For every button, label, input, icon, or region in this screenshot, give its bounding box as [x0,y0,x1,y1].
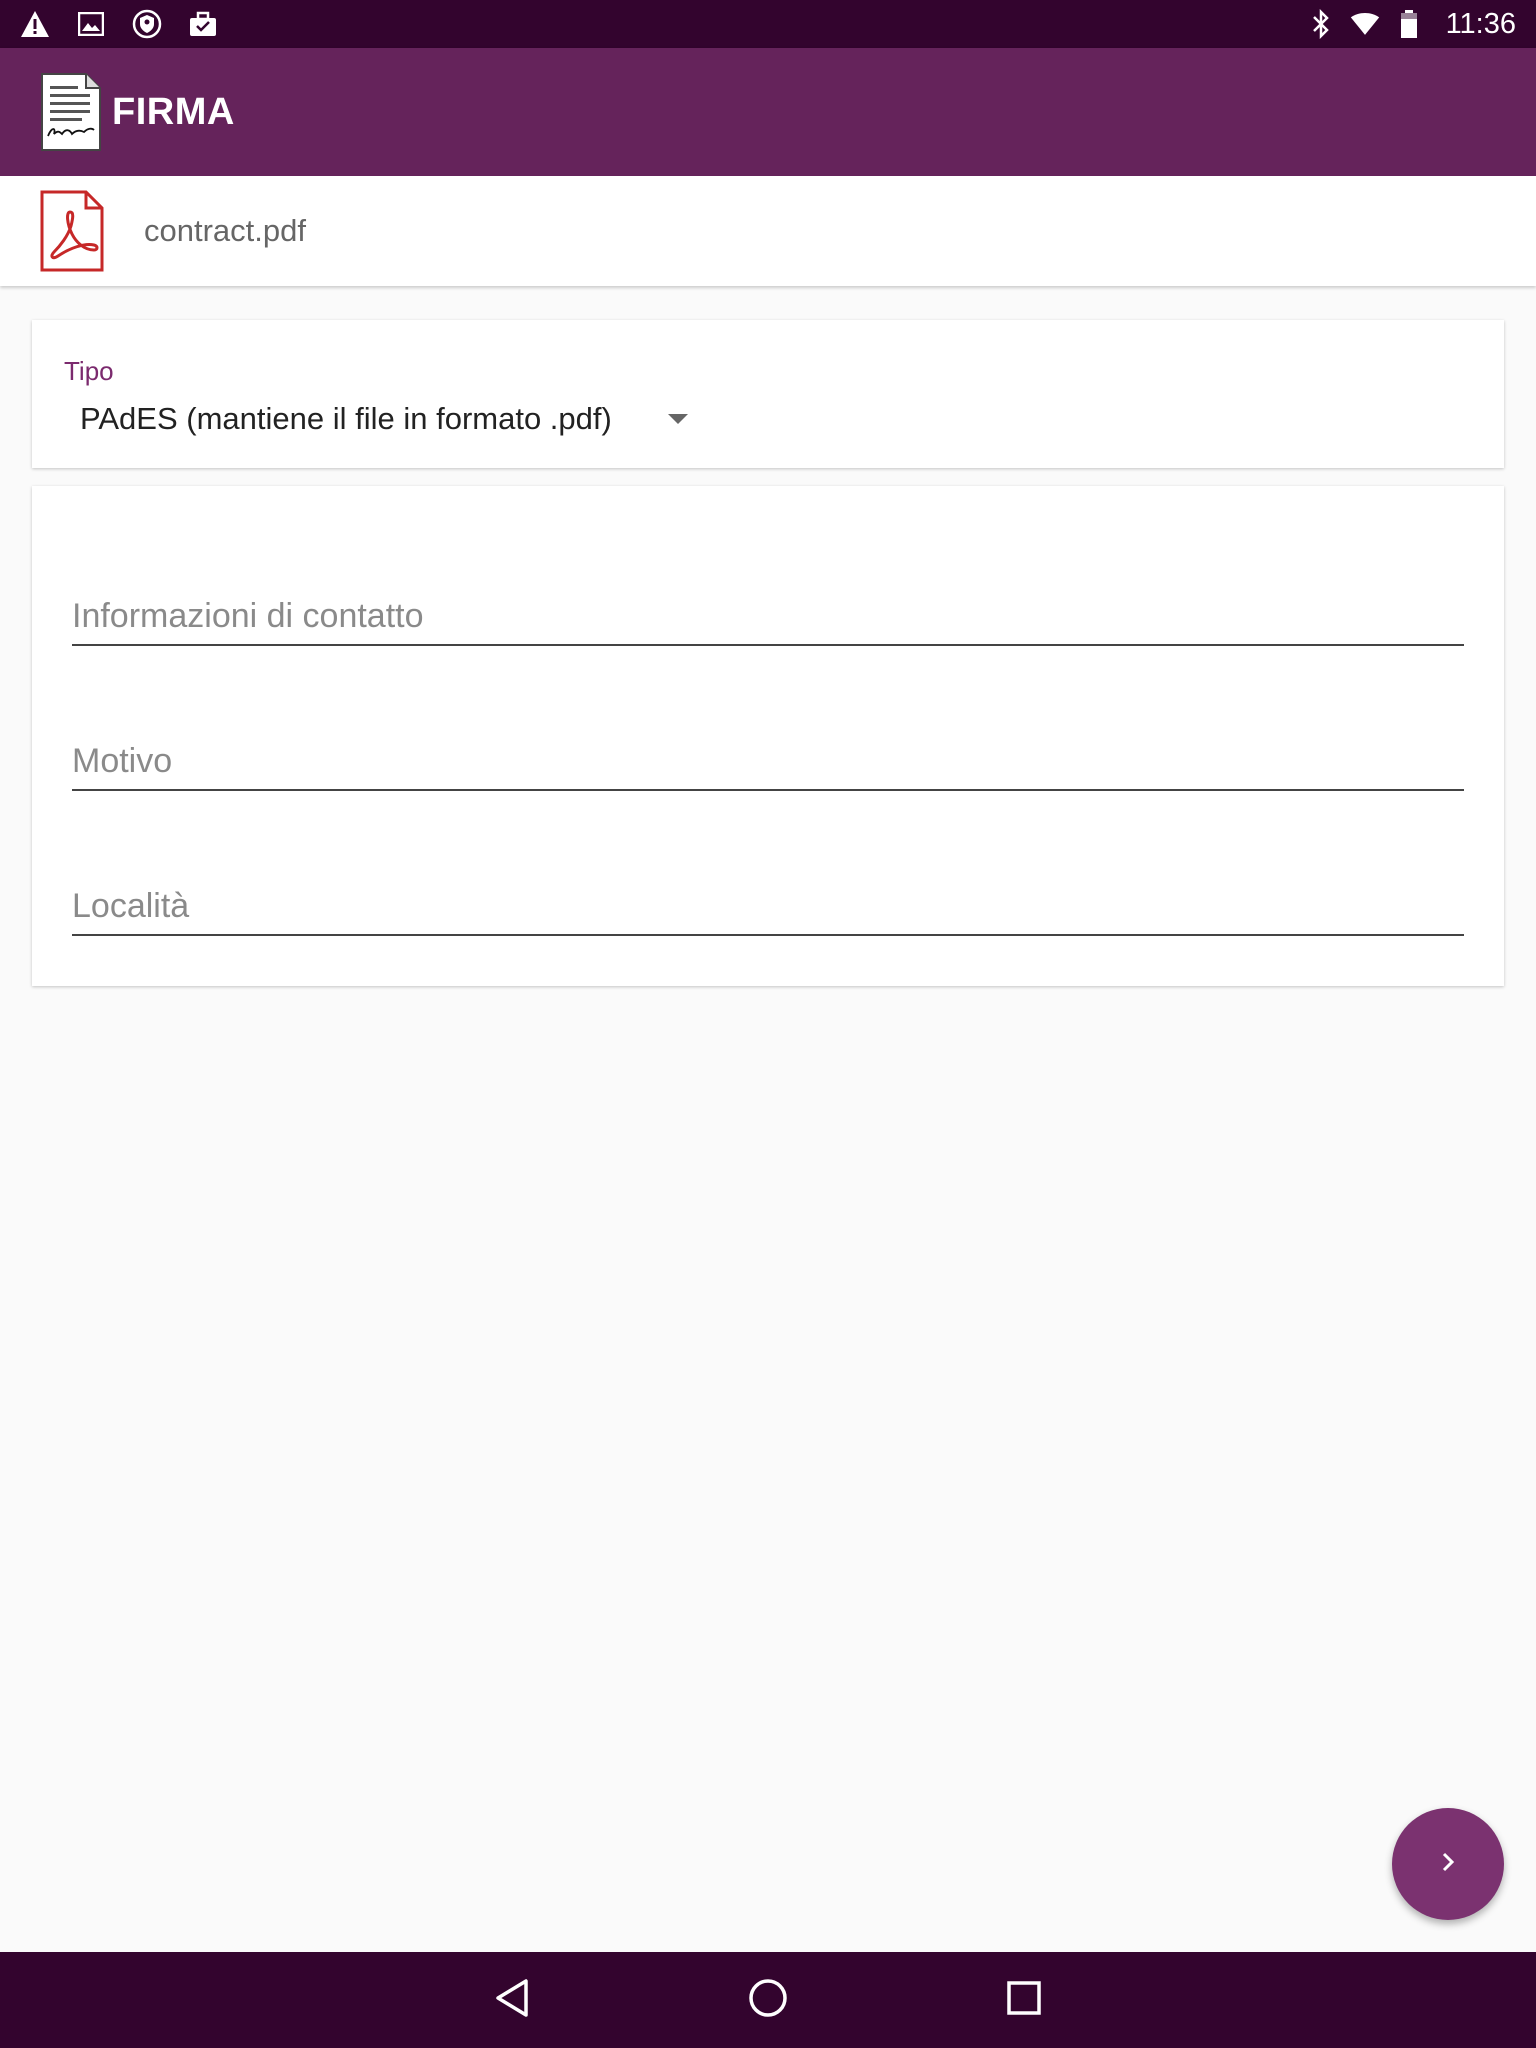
nav-back-button[interactable] [472,1960,552,2040]
reason-input[interactable] [72,742,1464,781]
bluetooth-icon [1306,9,1336,39]
signature-type-selected-value: PAdES (mantiene il file in formato .pdf) [80,401,612,436]
image-icon [76,9,106,39]
reason-field [72,731,1464,791]
location-field [72,876,1464,936]
status-left-icons [20,9,218,39]
chevron-right-icon [1433,1847,1463,1882]
nav-recents-button[interactable] [984,1960,1064,2040]
signature-details-card [32,486,1504,986]
next-button[interactable] [1392,1808,1504,1920]
location-input[interactable] [72,887,1464,926]
warning-icon [20,9,50,39]
back-icon [494,1978,530,2023]
signature-type-label: Tipo [64,356,114,386]
home-icon [748,1978,788,2023]
app-bar: FIRMA [0,48,1536,176]
status-bar: 11:36 [0,0,1536,48]
nav-home-button[interactable] [728,1960,808,2040]
recents-icon [1006,1980,1042,2021]
signature-type-dropdown[interactable]: PAdES (mantiene il file in formato .pdf) [80,394,688,444]
briefcase-icon [188,9,218,39]
wifi-icon [1350,9,1380,39]
shield-icon [132,9,162,39]
file-name: contract.pdf [144,213,306,248]
dropdown-arrow-icon [667,414,688,424]
app-title: FIRMA [112,90,235,133]
signature-type-card: Tipo PAdES (mantiene il file in formato … [32,320,1504,468]
contact-info-field [72,586,1464,646]
system-navigation-bar [0,1952,1536,2048]
pdf-icon [40,190,104,272]
contact-info-input[interactable] [72,597,1464,636]
battery-icon [1394,9,1424,39]
status-clock: 11:36 [1445,7,1516,40]
status-right-icons: 11:36 [1306,8,1516,41]
selected-file-row[interactable]: contract.pdf [0,176,1536,286]
signed-document-icon [40,72,102,152]
